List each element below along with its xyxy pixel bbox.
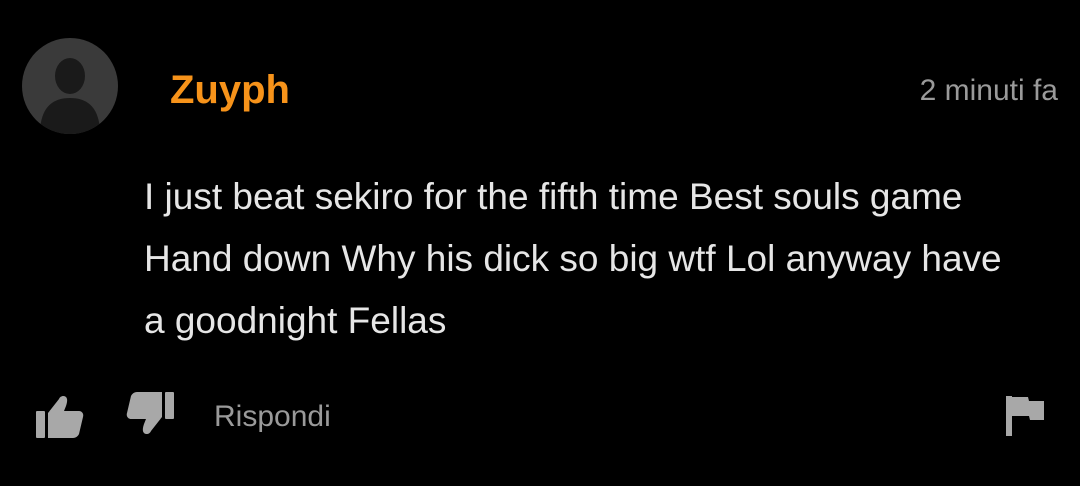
thumbs-up-icon: [36, 395, 84, 438]
comment-timestamp: 2 minuti fa: [919, 74, 1058, 107]
thumbs-down-icon: [126, 392, 174, 435]
like-button[interactable]: [36, 394, 84, 438]
report-button[interactable]: [1004, 394, 1046, 436]
comment-text: I just beat sekiro for the fifth time Be…: [144, 176, 1002, 341]
reply-button[interactable]: Rispondi: [214, 396, 331, 438]
comment: Zuyph 2 minuti fa I just beat sekiro for…: [0, 0, 1080, 486]
comment-username[interactable]: Zuyph: [170, 64, 290, 116]
avatar[interactable]: [22, 38, 118, 134]
flag-icon: [1006, 396, 1044, 436]
dislike-button[interactable]: [124, 392, 174, 436]
user-silhouette-icon: [40, 58, 100, 134]
